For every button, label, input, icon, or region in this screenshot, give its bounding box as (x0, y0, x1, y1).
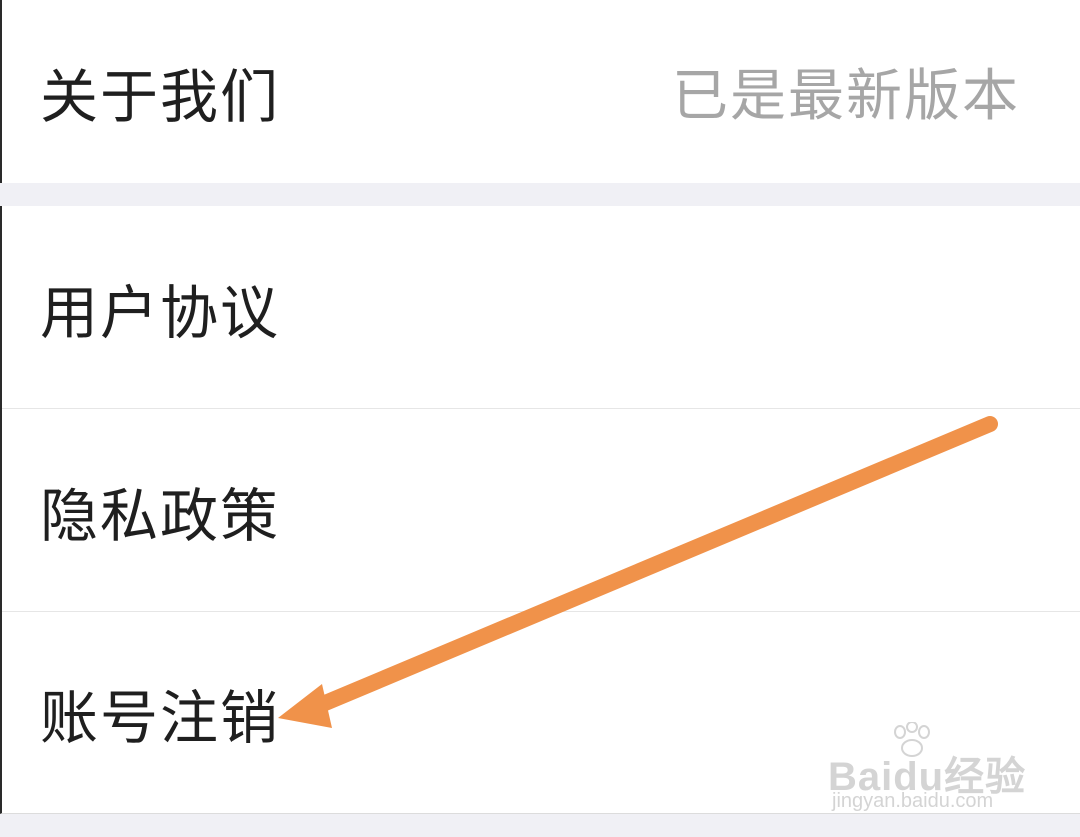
user-agreement-label: 用户协议 (40, 278, 281, 347)
version-status: 已是最新版本 (672, 64, 1020, 129)
baidu-jingyan-watermark: Baidu经验 jingyan.baidu.com (828, 722, 1028, 812)
about-us-label: 关于我们 (40, 62, 281, 131)
account-cancellation-label: 账号注销 (40, 684, 281, 752)
privacy-policy-row[interactable]: 隐私政策 (2, 409, 1080, 612)
settings-screen: 关于我们 已是最新版本 用户协议 隐私政策 账号注销 Baidu经验 jingy… (0, 0, 1080, 837)
about-us-row[interactable]: 关于我们 已是最新版本 (2, 0, 1080, 183)
user-agreement-row[interactable]: 用户协议 (2, 206, 1080, 409)
watermark-url: jingyan.baidu.com (832, 790, 994, 812)
privacy-policy-label: 隐私政策 (40, 481, 281, 550)
about-group: 关于我们 已是最新版本 (0, 0, 1080, 183)
